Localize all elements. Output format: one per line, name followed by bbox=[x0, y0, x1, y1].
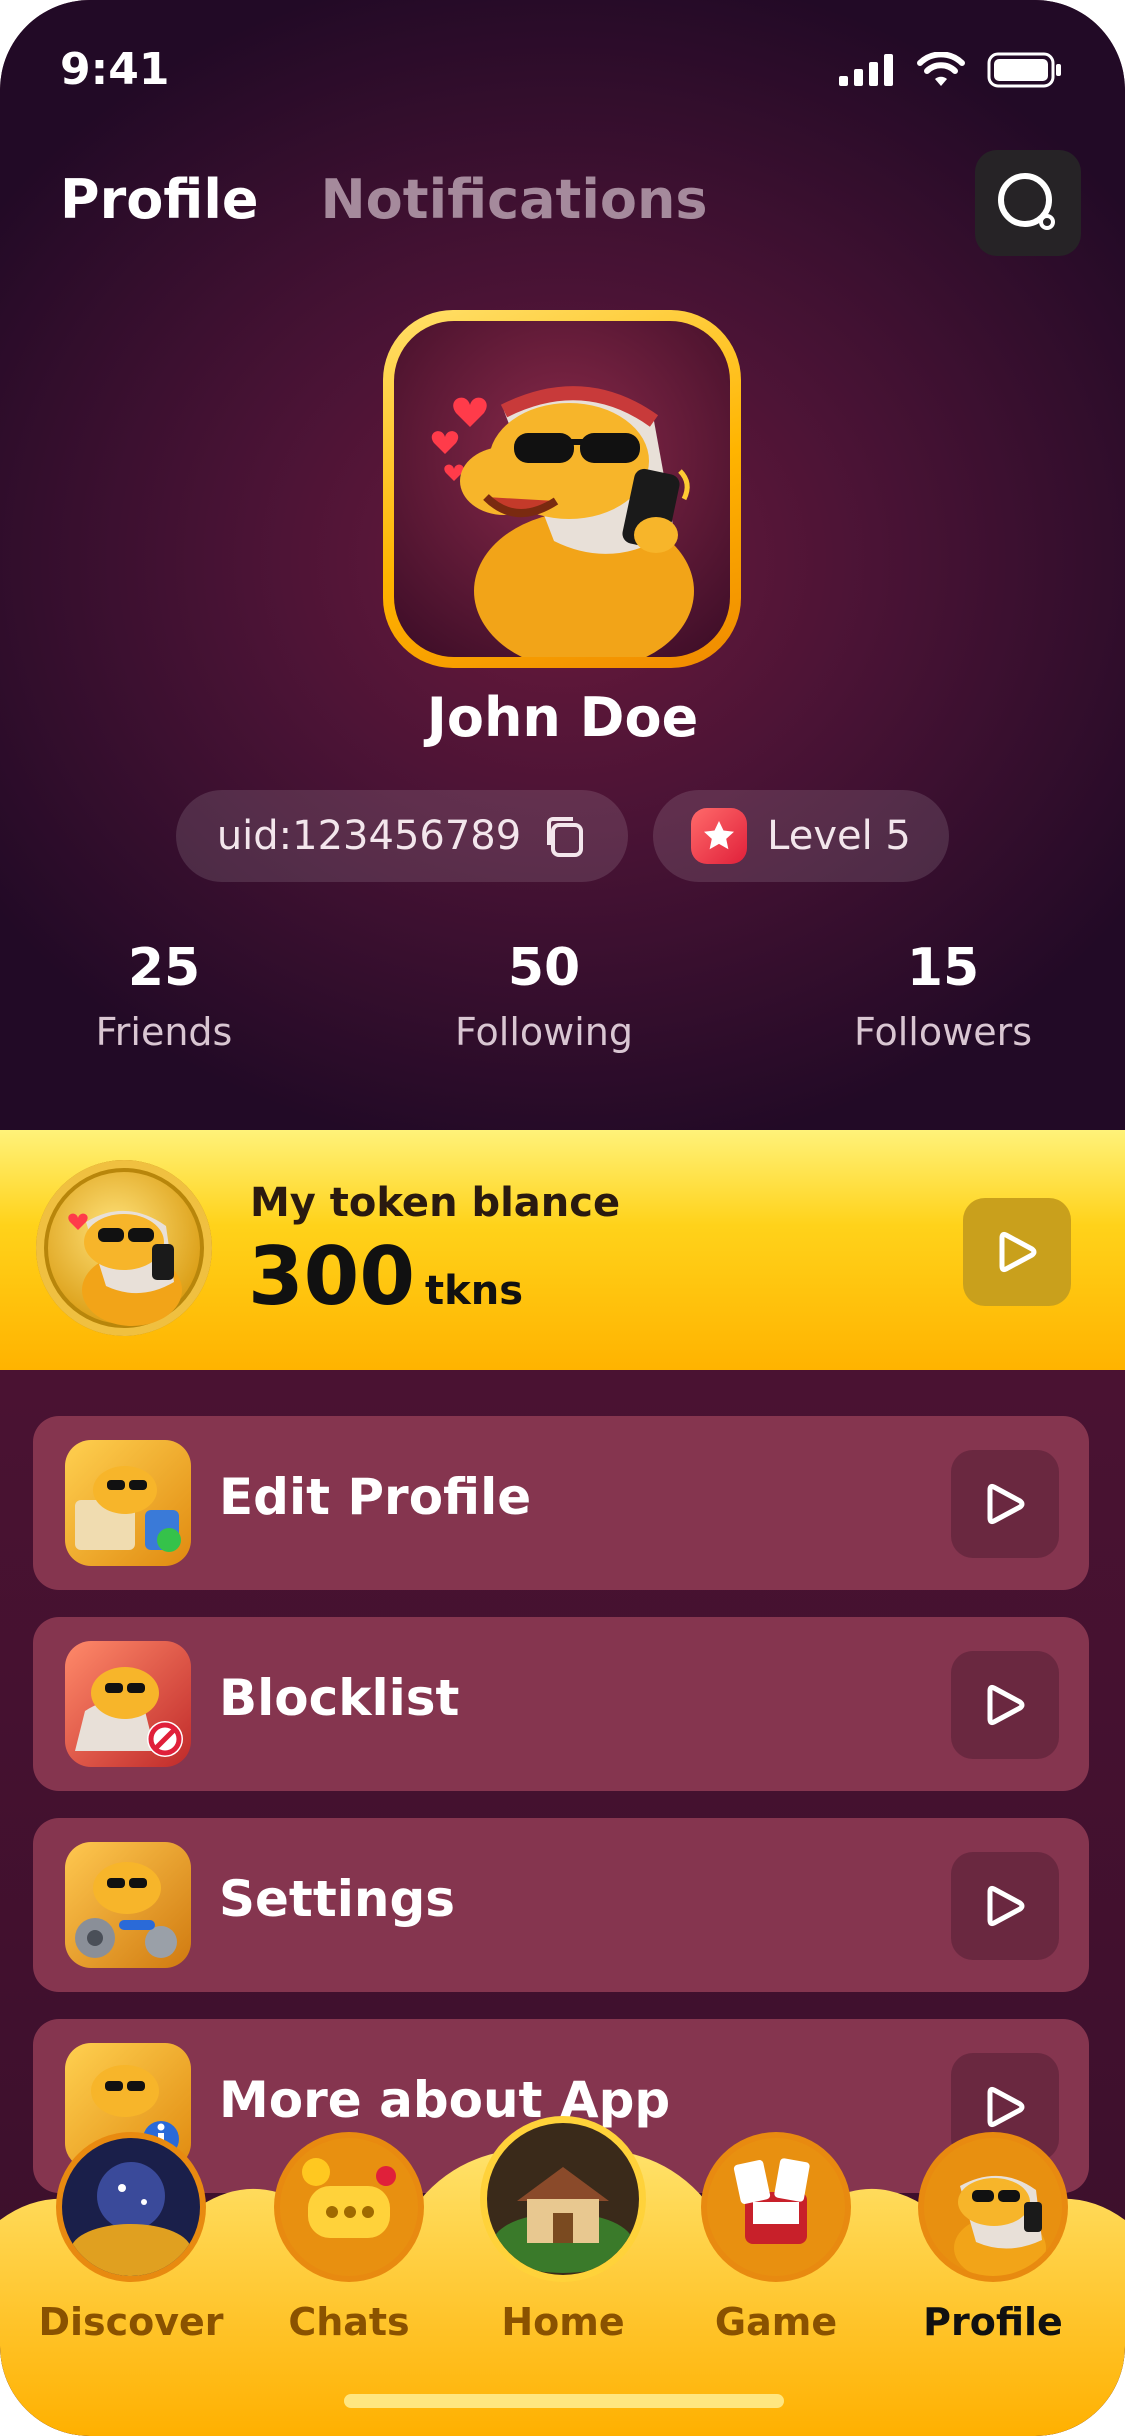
star-icon bbox=[691, 808, 748, 864]
game-icon bbox=[707, 2138, 845, 2276]
play-arrow-icon bbox=[987, 1684, 1025, 1726]
nav-label: Game bbox=[714, 2300, 838, 2344]
discover-icon bbox=[62, 2138, 200, 2276]
stat-value: 15 bbox=[906, 938, 980, 998]
chats-icon bbox=[280, 2138, 418, 2276]
avatar[interactable] bbox=[383, 310, 741, 668]
uid-text: uid:123456789 bbox=[216, 813, 522, 859]
arrow-button[interactable] bbox=[951, 1450, 1059, 1558]
token-label: My token blance bbox=[250, 1180, 621, 1226]
token-value: 300 bbox=[248, 1230, 415, 1323]
status-icons bbox=[839, 52, 1063, 88]
nav-home[interactable]: Home bbox=[463, 2300, 663, 2344]
nav-discover[interactable]: Discover bbox=[31, 2132, 231, 2344]
camel-avatar-image bbox=[394, 321, 730, 657]
tab-bar: Profile Notifications bbox=[60, 168, 708, 231]
nav-label: Discover bbox=[38, 2300, 224, 2344]
edit-profile-icon bbox=[65, 1440, 191, 1566]
nav-chats[interactable]: Chats bbox=[249, 2132, 449, 2344]
stat-value: 25 bbox=[127, 938, 201, 998]
user-name: John Doe bbox=[426, 686, 699, 749]
menu-item-edit-profile[interactable]: Edit Profile bbox=[33, 1416, 1089, 1590]
tab-notifications[interactable]: Notifications bbox=[320, 168, 707, 231]
menu-label: Blocklist bbox=[219, 1669, 460, 1727]
stat-label: Followers bbox=[854, 1010, 1032, 1054]
nav-label: Home bbox=[501, 2300, 625, 2344]
play-arrow-icon bbox=[987, 1483, 1025, 1525]
token-unit: tkns bbox=[425, 1268, 524, 1314]
nav-label: Profile bbox=[923, 2300, 1063, 2344]
play-arrow-icon bbox=[999, 1231, 1037, 1273]
nav-label: Chats bbox=[288, 2300, 410, 2344]
arrow-button[interactable] bbox=[951, 1852, 1059, 1960]
stat-following[interactable]: 50 Following bbox=[394, 938, 694, 1054]
nav-profile[interactable]: Profile bbox=[893, 2132, 1093, 2344]
nav-game[interactable]: Game bbox=[676, 2132, 876, 2344]
stat-friends[interactable]: 25 Friends bbox=[14, 938, 314, 1054]
level-text: Level 5 bbox=[767, 813, 911, 859]
signal-icon bbox=[839, 54, 893, 86]
copy-icon[interactable] bbox=[541, 813, 587, 859]
status-time: 9:41 bbox=[60, 44, 170, 95]
arrow-button[interactable] bbox=[951, 1651, 1059, 1759]
stat-label: Friends bbox=[95, 1010, 233, 1054]
profile-header: 9:41 Profile Notifications John Doe uid:… bbox=[0, 0, 1125, 1130]
search-icon bbox=[998, 173, 1055, 230]
menu-label: Settings bbox=[219, 1870, 456, 1928]
token-balance-banner[interactable]: My token blance 300 tkns bbox=[0, 1130, 1125, 1370]
home-indicator bbox=[344, 2394, 784, 2408]
uid-copy-pill[interactable]: uid:123456789 bbox=[176, 790, 628, 882]
bottom-nav: Discover Chats Home Game Profile bbox=[0, 2110, 1125, 2436]
nav-home-button[interactable] bbox=[480, 2116, 646, 2282]
stat-label: Following bbox=[455, 1010, 633, 1054]
tab-profile[interactable]: Profile bbox=[60, 168, 258, 231]
stat-value: 50 bbox=[507, 938, 581, 998]
menu-item-blocklist[interactable]: Blocklist bbox=[33, 1617, 1089, 1791]
wifi-icon bbox=[917, 52, 965, 86]
token-amount: 300 tkns bbox=[248, 1230, 523, 1323]
battery-icon bbox=[987, 52, 1061, 88]
stat-followers[interactable]: 15 Followers bbox=[793, 938, 1093, 1054]
play-arrow-icon bbox=[987, 1885, 1025, 1927]
token-coin-icon bbox=[36, 1160, 212, 1336]
blocklist-icon bbox=[65, 1641, 191, 1767]
profile-screen: 9:41 Profile Notifications John Doe uid:… bbox=[0, 0, 1125, 2436]
menu-label: Edit Profile bbox=[219, 1468, 532, 1526]
level-badge: Level 5 bbox=[653, 790, 949, 882]
settings-icon bbox=[65, 1842, 191, 1968]
home-icon bbox=[487, 2123, 639, 2275]
menu-item-settings[interactable]: Settings bbox=[33, 1818, 1089, 1992]
status-bar: 9:41 bbox=[0, 0, 1125, 140]
profile-avatar-icon bbox=[924, 2138, 1062, 2276]
search-button[interactable] bbox=[975, 150, 1081, 256]
token-arrow-button[interactable] bbox=[963, 1198, 1071, 1306]
